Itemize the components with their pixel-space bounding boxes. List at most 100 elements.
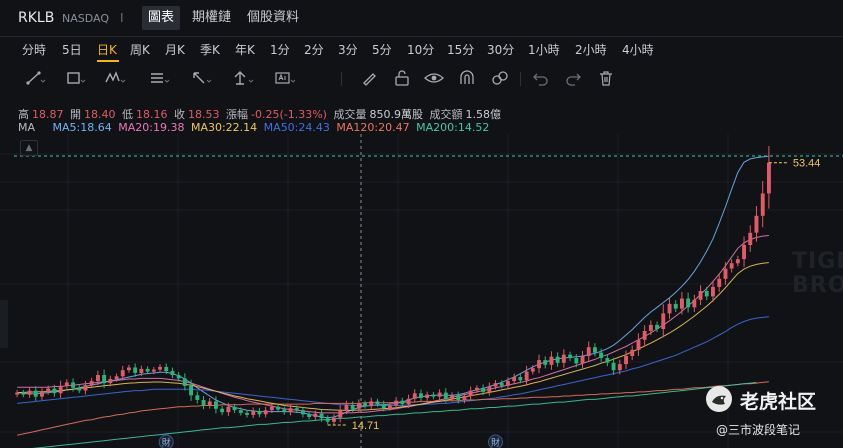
trash-icon[interactable] (595, 68, 617, 88)
candle (655, 321, 659, 333)
candle (624, 350, 628, 370)
candle-body (624, 356, 628, 365)
candle (549, 351, 554, 370)
tab-options-chain[interactable]: 期權鏈 (186, 6, 237, 30)
top-header: RKLB NASDAQ I 圖表 期權鏈 個股資料 (0, 0, 843, 37)
candle (263, 406, 268, 418)
ohlc-row: 高 18.87 開 18.40 低 18.16 收 18.53 漲幅 -0.25(-1.3… (18, 106, 504, 122)
candle-body (462, 396, 467, 401)
ma120-value: MA120:20.47 (336, 121, 410, 134)
candle (692, 294, 697, 312)
candle-body (226, 406, 231, 413)
timeframe-5d[interactable]: 5日 (62, 41, 82, 58)
tab-chart[interactable]: 圖表 (142, 6, 181, 30)
candle-body (537, 360, 541, 369)
candle (686, 292, 691, 313)
trend-line-icon[interactable] (24, 68, 46, 88)
candle-body (593, 347, 597, 353)
candle-body (33, 390, 38, 397)
candle (276, 404, 280, 413)
turnover-value: 1.58億 (465, 108, 501, 121)
candle-body (475, 387, 479, 391)
timeframe-2min[interactable]: 2分 (304, 41, 324, 58)
candle-body (754, 215, 759, 233)
candle (301, 406, 305, 418)
timeframe-weekly[interactable]: 周K (130, 41, 150, 58)
candle-body (375, 401, 380, 405)
watermark-line-1: TIGE (792, 249, 843, 274)
timeframe-4hour[interactable]: 4小時 (622, 41, 654, 58)
candle (412, 389, 417, 403)
change-label: 漲幅 (226, 108, 248, 121)
timeframe-5min[interactable]: 5分 (372, 41, 392, 58)
candle (748, 225, 753, 252)
candle-body (276, 406, 280, 410)
timeframe-yearly[interactable]: 年K (235, 41, 255, 58)
candle (729, 259, 734, 273)
text-icon[interactable] (274, 68, 296, 88)
sidebar-expand-handle[interactable] (0, 300, 8, 348)
timeframe-10min[interactable]: 10分 (407, 41, 434, 58)
timeframe-2hour[interactable]: 2小時 (575, 41, 607, 58)
candle (561, 349, 566, 368)
low-label: 低 (122, 108, 133, 121)
tiger-logo-icon (706, 386, 732, 412)
rectangle-icon[interactable] (64, 68, 86, 88)
timeframe-1min[interactable]: 1分 (270, 41, 290, 58)
candle (537, 354, 541, 374)
ma-label[interactable]: MA (18, 121, 35, 134)
candle (21, 389, 26, 398)
arrow-icon[interactable] (190, 68, 212, 88)
candle-body (586, 347, 591, 356)
candle-body (524, 371, 529, 381)
candle (245, 410, 249, 418)
lock-icon[interactable] (391, 68, 413, 88)
fib-icon[interactable] (148, 68, 170, 88)
turnover-label: 成交額 (429, 108, 463, 121)
candle-body (661, 313, 666, 329)
open-label: 開 (70, 108, 81, 121)
timeframe-30min[interactable]: 30分 (487, 41, 514, 58)
candle-body (158, 366, 162, 370)
collapse-indicator-icon[interactable]: ▲ (20, 140, 38, 156)
undo-icon[interactable] (530, 68, 552, 88)
timeframe-monthly[interactable]: 月K (165, 41, 185, 58)
measure-icon[interactable] (232, 68, 254, 88)
candle (555, 352, 560, 367)
candle (425, 391, 430, 401)
candle-body (207, 401, 212, 406)
change-value: -0.25(-1.33%) (251, 108, 327, 121)
eye-icon[interactable] (423, 68, 445, 88)
magnet-icon[interactable] (456, 68, 478, 88)
timeframe-bar: 分時 5日 日K 周K 月K 季K 年K 1分 2分 3分 5分 10分 15分… (0, 36, 843, 64)
timeframe-3min[interactable]: 3分 (338, 41, 358, 58)
candle-body (698, 291, 703, 300)
close-value: 18.53 (188, 108, 220, 121)
timeframe-intraday[interactable]: 分時 (22, 41, 46, 58)
candle-body (481, 387, 486, 392)
redo-icon[interactable] (562, 68, 584, 88)
link-icon[interactable] (489, 68, 511, 88)
candle (636, 333, 641, 356)
candle-body (717, 278, 722, 287)
candle (767, 145, 771, 209)
candle-body (288, 408, 293, 413)
timeframe-1hour[interactable]: 1小時 (528, 41, 560, 58)
brush-icon[interactable] (358, 68, 380, 88)
candle-body (319, 413, 324, 419)
timeframe-quarterly[interactable]: 季K (200, 41, 220, 58)
candle-body (568, 354, 572, 359)
candle-body (108, 379, 113, 384)
candle (593, 343, 597, 357)
timeframe-daily[interactable]: 日K (97, 41, 117, 58)
candle-body (83, 385, 88, 391)
candle (630, 345, 635, 361)
timeframe-15min[interactable]: 15分 (447, 41, 474, 58)
tab-stock-profile[interactable]: 個股資料 (241, 6, 305, 30)
candle (580, 350, 585, 369)
pattern-icon[interactable] (104, 68, 126, 88)
candle-body (530, 368, 535, 372)
high-label: 高 (18, 108, 29, 121)
candle (673, 300, 678, 313)
candle (437, 389, 442, 400)
